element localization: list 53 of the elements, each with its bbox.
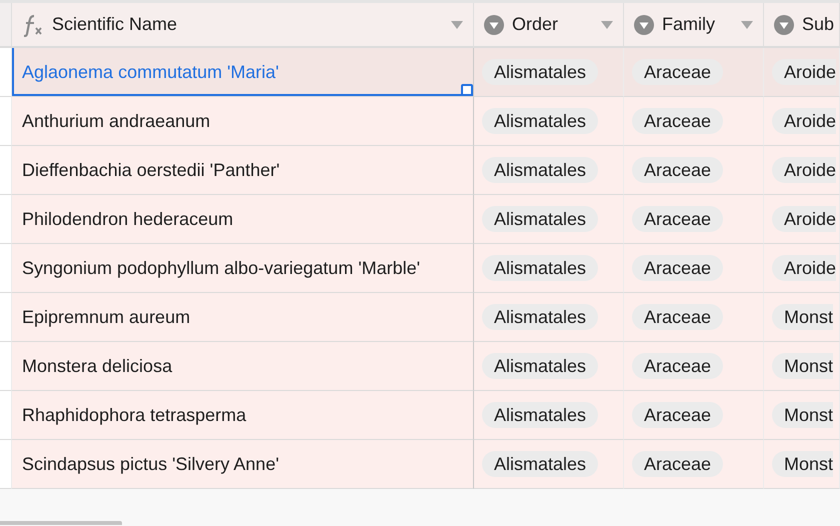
tag: Alismatales bbox=[482, 108, 598, 134]
row-gutter bbox=[0, 342, 12, 391]
dropdown-field-icon bbox=[774, 14, 794, 34]
table-cell[interactable]: Epipremnum aureum bbox=[12, 293, 474, 342]
tag: Aroide bbox=[772, 108, 836, 134]
dropdown-field-icon bbox=[634, 14, 654, 34]
tag: Aroide bbox=[772, 59, 836, 85]
tag: Alismatales bbox=[482, 451, 598, 477]
dropdown-field-icon bbox=[484, 14, 504, 34]
formula-icon bbox=[22, 12, 44, 36]
tag: Aroide bbox=[772, 157, 836, 183]
table-cell[interactable]: Monstera deliciosa bbox=[12, 342, 474, 391]
tag: Monst bbox=[772, 451, 834, 477]
tag: Alismatales bbox=[482, 255, 598, 281]
tag: Araceae bbox=[632, 304, 724, 330]
tag: Araceae bbox=[632, 451, 724, 477]
row-gutter bbox=[0, 146, 12, 195]
row-gutter bbox=[0, 244, 12, 293]
fill-handle[interactable] bbox=[461, 84, 473, 96]
tag: Araceae bbox=[632, 206, 724, 232]
scrollbar[interactable] bbox=[0, 521, 122, 525]
tag: Araceae bbox=[632, 108, 724, 134]
row-gutter bbox=[0, 97, 12, 146]
table-cell[interactable]: Scindapsus pictus 'Silvery Anne' bbox=[12, 440, 474, 489]
tag: Monst bbox=[772, 402, 834, 428]
tag: Alismatales bbox=[482, 206, 598, 232]
tag: Aroide bbox=[772, 206, 836, 232]
row-gutter bbox=[0, 195, 12, 244]
tag: Araceae bbox=[632, 402, 724, 428]
row-gutter bbox=[0, 391, 12, 440]
tag: Araceae bbox=[632, 157, 724, 183]
caret-icon[interactable] bbox=[601, 20, 613, 28]
caret-icon[interactable] bbox=[451, 20, 463, 28]
table-cell[interactable]: Syngonium podophyllum albo-variegatum 'Marble' bbox=[12, 244, 474, 293]
tag: Alismatales bbox=[482, 157, 598, 183]
tag: Monst bbox=[772, 304, 834, 330]
tag: Alismatales bbox=[482, 353, 598, 379]
tag: Alismatales bbox=[482, 402, 598, 428]
row-gutter bbox=[0, 293, 12, 342]
table-cell[interactable]: Aglaonema commutatum 'Maria' bbox=[12, 48, 474, 97]
tag: Araceae bbox=[632, 255, 724, 281]
table-cell[interactable]: Philodendron hederaceum bbox=[12, 195, 474, 244]
tag: Monst bbox=[772, 353, 834, 379]
table-cell[interactable]: Anthurium andraeanum bbox=[12, 97, 474, 146]
tag: Aroide bbox=[772, 255, 836, 281]
row-gutter bbox=[0, 48, 12, 97]
tag: Araceae bbox=[632, 353, 724, 379]
tag: Alismatales bbox=[482, 59, 598, 85]
tag: Alismatales bbox=[482, 304, 598, 330]
tag: Araceae bbox=[632, 59, 724, 85]
caret-icon[interactable] bbox=[741, 20, 753, 28]
table-cell[interactable]: Rhaphidophora tetrasperma bbox=[12, 391, 474, 440]
table-cell[interactable]: Dieffenbachia oerstedii 'Panther' bbox=[12, 146, 474, 195]
